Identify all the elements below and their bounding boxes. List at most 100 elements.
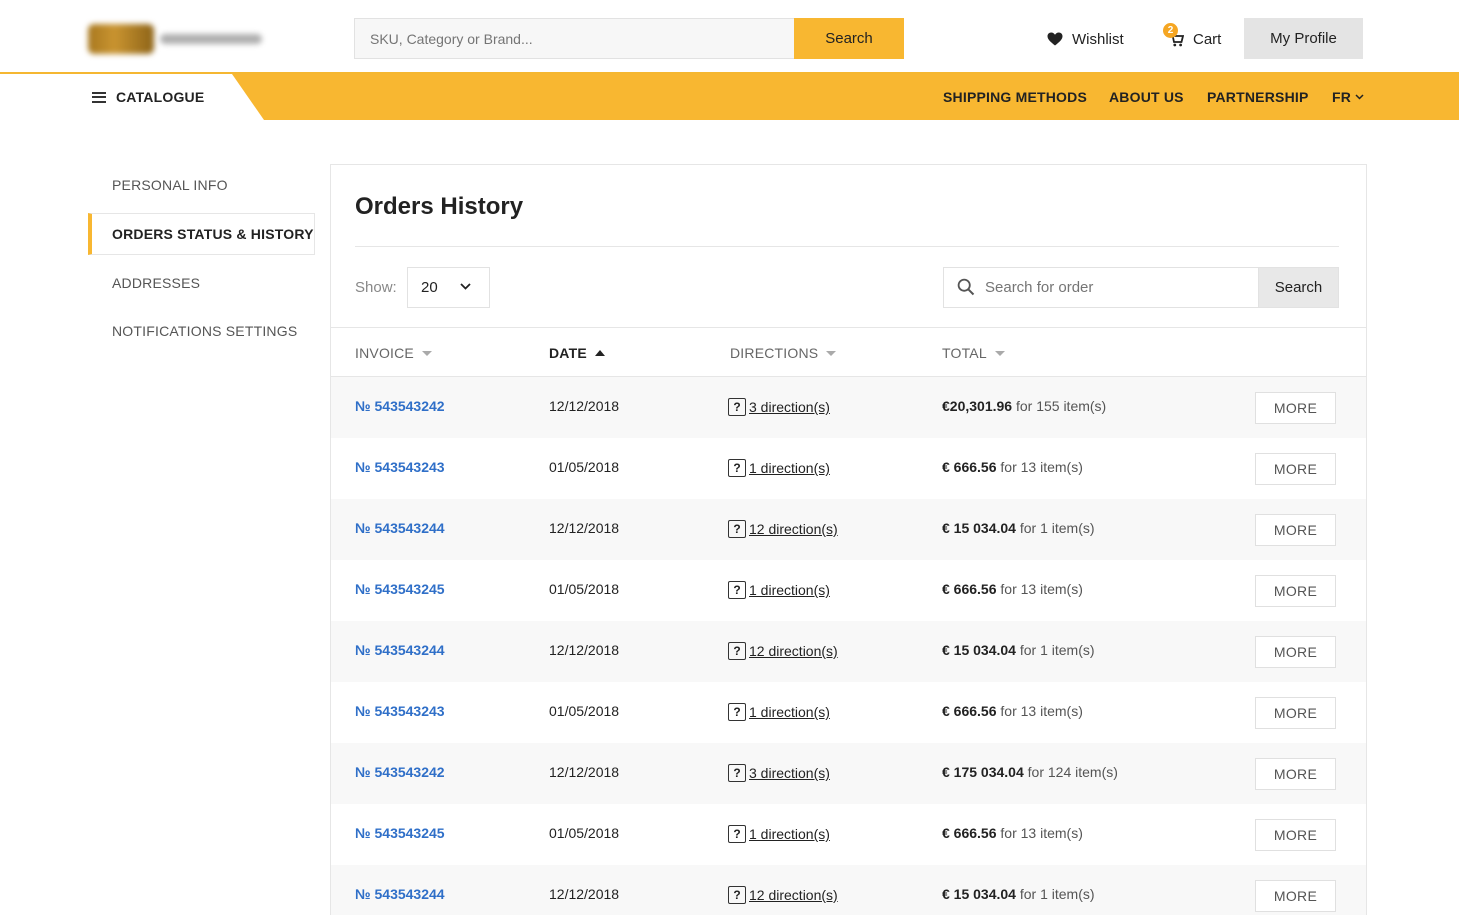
more-button[interactable]: MORE (1255, 636, 1336, 668)
invoice-link[interactable]: № 543543242 (355, 398, 445, 414)
order-search-input[interactable] (943, 267, 1259, 308)
sort-down-icon (421, 350, 432, 356)
table-row: № 543543245 01/05/2018 ? 1 direction(s) €… (331, 560, 1366, 621)
order-total: € 666.56 for 13 item(s) (942, 825, 1083, 841)
more-button[interactable]: MORE (1255, 697, 1336, 729)
sidebar-item-label: ADDRESSES (112, 275, 201, 291)
order-search: Search (943, 267, 1339, 308)
site-search-button[interactable]: Search (794, 18, 904, 59)
order-date: 01/05/2018 (549, 581, 620, 597)
order-date: 12/12/2018 (549, 520, 620, 536)
order-date: 01/05/2018 (549, 459, 620, 475)
language-selector[interactable]: FR (1332, 89, 1364, 105)
directions-link[interactable]: 12 direction(s) (749, 643, 838, 659)
question-icon[interactable]: ? (728, 825, 746, 843)
logo-mark (88, 24, 154, 54)
column-label: DATE (549, 345, 587, 361)
more-button[interactable]: MORE (1255, 758, 1336, 790)
directions-link[interactable]: 1 direction(s) (749, 460, 830, 476)
column-total[interactable]: TOTAL (942, 345, 1005, 361)
site-search: Search (354, 18, 904, 59)
item-count: for 1 item(s) (1019, 642, 1095, 658)
sidebar-item-orders-status-history[interactable]: ORDERS STATUS & HISTORY (88, 213, 315, 255)
total-amount: € 666.56 (942, 825, 997, 841)
page-size-select[interactable]: 20 (407, 267, 490, 308)
order-search-button[interactable]: Search (1258, 267, 1339, 308)
more-button[interactable]: MORE (1255, 392, 1336, 424)
total-amount: € 15 034.04 (942, 886, 1016, 902)
question-icon[interactable]: ? (728, 764, 746, 782)
invoice-link[interactable]: № 543543243 (355, 703, 445, 719)
directions-cell: ? 12 direction(s) (728, 886, 838, 904)
catalogue-menu-button[interactable]: CATALOGUE (92, 89, 204, 105)
directions-link[interactable]: 3 direction(s) (749, 765, 830, 781)
invoice-link[interactable]: № 543543244 (355, 642, 445, 658)
invoice-link[interactable]: № 543543244 (355, 520, 445, 536)
invoice-link[interactable]: № 543543243 (355, 459, 445, 475)
chevron-down-icon (460, 283, 471, 290)
order-date: 01/05/2018 (549, 703, 620, 719)
more-button[interactable]: MORE (1255, 880, 1336, 912)
order-total: € 15 034.04 for 1 item(s) (942, 642, 1095, 658)
more-button[interactable]: MORE (1255, 819, 1336, 851)
column-label: INVOICE (355, 345, 414, 361)
question-icon[interactable]: ? (728, 398, 746, 416)
sidebar-item-label: NOTIFICATIONS SETTINGS (112, 323, 298, 339)
directions-link[interactable]: 1 direction(s) (749, 704, 830, 720)
item-count: for 13 item(s) (1000, 459, 1083, 475)
column-directions[interactable]: DIRECTIONS (730, 345, 837, 361)
cart-link[interactable]: 2 Cart (1163, 22, 1221, 50)
total-amount: € 15 034.04 (942, 642, 1016, 658)
sidebar-item-personal-info[interactable]: PERSONAL INFO (88, 164, 315, 206)
item-count: for 124 item(s) (1027, 764, 1118, 780)
directions-link[interactable]: 1 direction(s) (749, 582, 830, 598)
nav-shipping-methods[interactable]: SHIPPING METHODS (943, 89, 1087, 105)
nav-about-us[interactable]: ABOUT US (1109, 89, 1184, 105)
order-total: € 666.56 for 13 item(s) (942, 703, 1083, 719)
sidebar-item-addresses[interactable]: ADDRESSES (88, 262, 315, 304)
sidebar-item-label: ORDERS STATUS & HISTORY (112, 226, 314, 242)
order-total: € 666.56 for 13 item(s) (942, 459, 1083, 475)
directions-link[interactable]: 3 direction(s) (749, 399, 830, 415)
site-search-input[interactable] (354, 18, 795, 59)
menu-icon (92, 91, 106, 103)
page-size-value: 20 (421, 279, 438, 296)
more-button[interactable]: MORE (1255, 575, 1336, 607)
question-icon[interactable]: ? (728, 703, 746, 721)
brand-logo[interactable] (88, 24, 266, 54)
table-row: № 543543244 12/12/2018 ? 12 direction(s) … (331, 621, 1366, 682)
question-icon[interactable]: ? (728, 581, 746, 599)
wishlist-label: Wishlist (1072, 30, 1124, 48)
sidebar-item-notifications-settings[interactable]: NOTIFICATIONS SETTINGS (88, 310, 315, 352)
more-button[interactable]: MORE (1255, 514, 1336, 546)
more-button[interactable]: MORE (1255, 453, 1336, 485)
directions-cell: ? 1 direction(s) (728, 703, 830, 721)
invoice-link[interactable]: № 543543244 (355, 886, 445, 902)
directions-cell: ? 12 direction(s) (728, 642, 838, 660)
directions-cell: ? 3 direction(s) (728, 764, 830, 782)
order-date: 12/12/2018 (549, 642, 620, 658)
directions-link[interactable]: 1 direction(s) (749, 826, 830, 842)
nav-partnership[interactable]: PARTNERSHIP (1207, 89, 1309, 105)
catalogue-label: CATALOGUE (116, 89, 205, 105)
site-header: Search Wishlist 2 Cart My Profile (0, 0, 1459, 74)
table-row: № 543543242 12/12/2018 ? 3 direction(s) €… (331, 377, 1366, 438)
order-total: € 15 034.04 for 1 item(s) (942, 520, 1095, 536)
column-invoice[interactable]: INVOICE (355, 345, 432, 361)
directions-link[interactable]: 12 direction(s) (749, 521, 838, 537)
directions-cell: ? 1 direction(s) (728, 581, 830, 599)
invoice-link[interactable]: № 543543245 (355, 581, 445, 597)
question-icon[interactable]: ? (728, 520, 746, 538)
invoice-link[interactable]: № 543543242 (355, 764, 445, 780)
my-profile-button[interactable]: My Profile (1244, 18, 1363, 59)
wishlist-link[interactable]: Wishlist (1047, 28, 1124, 50)
column-label: DIRECTIONS (730, 345, 819, 361)
heart-icon (1047, 32, 1063, 46)
directions-link[interactable]: 12 direction(s) (749, 887, 838, 903)
question-icon[interactable]: ? (728, 642, 746, 660)
question-icon[interactable]: ? (728, 459, 746, 477)
column-date[interactable]: DATE (549, 345, 605, 361)
question-icon[interactable]: ? (728, 886, 746, 904)
item-count: for 13 item(s) (1000, 703, 1083, 719)
invoice-link[interactable]: № 543543245 (355, 825, 445, 841)
